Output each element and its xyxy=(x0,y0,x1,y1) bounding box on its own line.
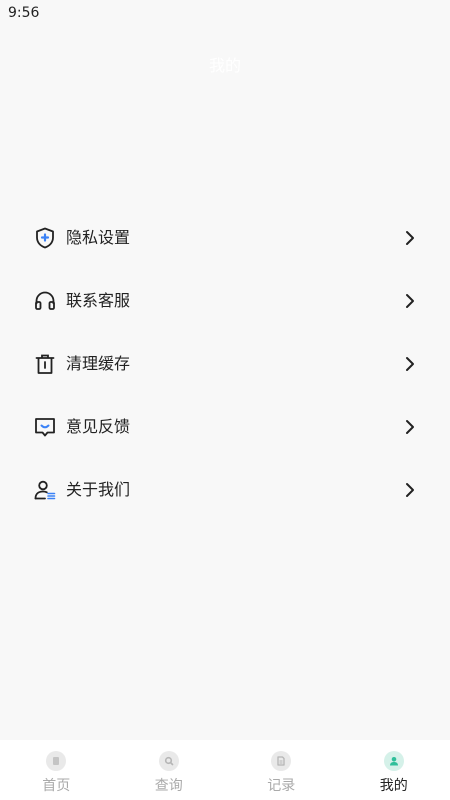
page-title: 我的 xyxy=(208,56,241,75)
shield-plus-icon xyxy=(33,226,57,250)
search-icon xyxy=(158,751,179,771)
tab-records[interactable]: 记录 xyxy=(225,740,338,800)
user-info-icon xyxy=(33,478,57,502)
tab-label: 查询 xyxy=(154,778,183,794)
bottom-tab-bar: 首页 查询 记录 我的 xyxy=(0,740,450,800)
menu-item-label: 隐私设置 xyxy=(66,228,131,247)
menu-item-label: 清理缓存 xyxy=(66,354,131,373)
chevron-right-icon xyxy=(404,417,416,437)
menu-item-label: 关于我们 xyxy=(66,480,131,499)
chevron-right-icon xyxy=(404,228,416,248)
home-icon xyxy=(46,751,67,771)
profile-icon xyxy=(383,751,404,771)
status-time: 9:56 xyxy=(8,5,40,21)
chevron-right-icon xyxy=(404,291,416,311)
tab-label: 首页 xyxy=(42,778,71,794)
document-icon xyxy=(271,751,292,771)
headset-icon xyxy=(33,289,57,313)
menu-item-label: 意见反馈 xyxy=(66,417,131,436)
menu-item-about-us[interactable]: 关于我们 xyxy=(0,458,450,521)
feedback-chat-icon xyxy=(33,415,57,439)
chevron-right-icon xyxy=(404,480,416,500)
trash-icon xyxy=(33,352,57,376)
tab-label: 我的 xyxy=(379,778,408,794)
menu-list: 隐私设置 联系客服 清理缓存 意见反馈 关于我们 xyxy=(0,206,450,521)
tab-search[interactable]: 查询 xyxy=(113,740,226,800)
menu-item-label: 联系客服 xyxy=(66,291,131,310)
chevron-right-icon xyxy=(404,354,416,374)
menu-item-clear-cache[interactable]: 清理缓存 xyxy=(0,332,450,395)
menu-item-contact-support[interactable]: 联系客服 xyxy=(0,269,450,332)
menu-item-feedback[interactable]: 意见反馈 xyxy=(0,395,450,458)
tab-home[interactable]: 首页 xyxy=(0,740,113,800)
status-bar: 9:56 xyxy=(0,0,450,26)
tab-mine[interactable]: 我的 xyxy=(338,740,450,800)
menu-item-privacy-settings[interactable]: 隐私设置 xyxy=(0,206,450,269)
tab-label: 记录 xyxy=(267,778,296,794)
